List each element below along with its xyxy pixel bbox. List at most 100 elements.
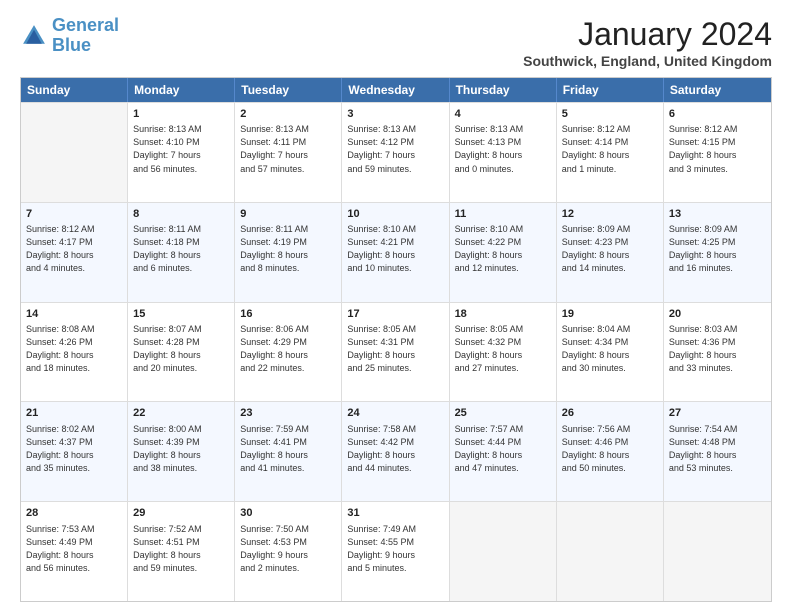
day-number: 3: [347, 107, 443, 122]
day-cell-26: 26 Sunrise: 7:56 AMSunset: 4:46 PMDayligh…: [557, 402, 664, 501]
day-number: 9: [240, 207, 336, 222]
cell-info: Sunrise: 8:11 AMSunset: 4:18 PMDaylight:…: [133, 223, 229, 275]
cell-info: Sunrise: 8:09 AMSunset: 4:25 PMDaylight:…: [669, 223, 766, 275]
day-number: 1: [133, 107, 229, 122]
cell-info: Sunrise: 8:00 AMSunset: 4:39 PMDaylight:…: [133, 423, 229, 475]
day-cell-5: 5Sunrise: 8:12 AMSunset: 4:14 PMDaylight…: [557, 103, 664, 202]
day-number: 20: [669, 307, 766, 322]
day-cell-1: 1Sunrise: 8:13 AMSunset: 4:10 PMDaylight…: [128, 103, 235, 202]
day-cell-6: 6Sunrise: 8:12 AMSunset: 4:15 PMDaylight…: [664, 103, 771, 202]
cell-info: Sunrise: 8:03 AMSunset: 4:36 PMDaylight:…: [669, 323, 766, 375]
calendar: SundayMondayTuesdayWednesdayThursdayFrid…: [20, 77, 772, 602]
calendar-row-0: 1Sunrise: 8:13 AMSunset: 4:10 PMDaylight…: [21, 102, 771, 202]
cell-info: Sunrise: 8:13 AMSunset: 4:10 PMDaylight:…: [133, 123, 229, 175]
empty-cell: [557, 502, 664, 601]
calendar-body: 1Sunrise: 8:13 AMSunset: 4:10 PMDaylight…: [21, 102, 771, 601]
cell-info: Sunrise: 7:56 AMSunset: 4:46 PMDaylight:…: [562, 423, 658, 475]
weekday-header-saturday: Saturday: [664, 78, 771, 102]
day-number: 22: [133, 406, 229, 421]
day-cell-12: 12Sunrise: 8:09 AMSunset: 4:23 PMDayligh…: [557, 203, 664, 302]
logo-text: General Blue: [52, 16, 119, 56]
calendar-header: SundayMondayTuesdayWednesdayThursdayFrid…: [21, 78, 771, 102]
cell-info: Sunrise: 8:12 AMSunset: 4:15 PMDaylight:…: [669, 123, 766, 175]
day-number: 30: [240, 506, 336, 521]
day-cell-10: 10Sunrise: 8:10 AMSunset: 4:21 PMDayligh…: [342, 203, 449, 302]
cell-info: Sunrise: 8:05 AMSunset: 4:32 PMDaylight:…: [455, 323, 551, 375]
location: Southwick, England, United Kingdom: [523, 53, 772, 69]
cell-info: Sunrise: 8:02 AMSunset: 4:37 PMDaylight:…: [26, 423, 122, 475]
cell-info: Sunrise: 7:58 AMSunset: 4:42 PMDaylight:…: [347, 423, 443, 475]
day-cell-24: 24 Sunrise: 7:58 AMSunset: 4:42 PMDayligh…: [342, 402, 449, 501]
title-block: January 2024 Southwick, England, United …: [523, 16, 772, 69]
logo: General Blue: [20, 16, 119, 56]
header: General Blue January 2024 Southwick, Eng…: [20, 16, 772, 69]
cell-info: Sunrise: 8:12 AMSunset: 4:14 PMDaylight:…: [562, 123, 658, 175]
cell-info: Sunrise: 7:57 AMSunset: 4:44 PMDaylight:…: [455, 423, 551, 475]
day-number: 27: [669, 406, 766, 421]
weekday-header-wednesday: Wednesday: [342, 78, 449, 102]
day-cell-18: 18Sunrise: 8:05 AMSunset: 4:32 PMDayligh…: [450, 303, 557, 402]
day-number: 7: [26, 207, 122, 222]
cell-info: Sunrise: 8:04 AMSunset: 4:34 PMDaylight:…: [562, 323, 658, 375]
day-cell-23: 23 Sunrise: 7:59 AMSunset: 4:41 PMDayligh…: [235, 402, 342, 501]
day-number: 24: [347, 406, 443, 421]
cell-info: Sunrise: 8:09 AMSunset: 4:23 PMDaylight:…: [562, 223, 658, 275]
day-number: 10: [347, 207, 443, 222]
weekday-header-sunday: Sunday: [21, 78, 128, 102]
day-cell-2: 2Sunrise: 8:13 AMSunset: 4:11 PMDaylight…: [235, 103, 342, 202]
day-cell-8: 8Sunrise: 8:11 AMSunset: 4:18 PMDaylight…: [128, 203, 235, 302]
day-cell-4: 4Sunrise: 8:13 AMSunset: 4:13 PMDaylight…: [450, 103, 557, 202]
calendar-row-4: 28Sunrise: 7:53 AMSunset: 4:49 PMDayligh…: [21, 501, 771, 601]
day-number: 5: [562, 107, 658, 122]
day-cell-16: 16Sunrise: 8:06 AMSunset: 4:29 PMDayligh…: [235, 303, 342, 402]
day-cell-29: 29Sunrise: 7:52 AMSunset: 4:51 PMDayligh…: [128, 502, 235, 601]
calendar-row-3: 21Sunrise: 8:02 AMSunset: 4:37 PMDayligh…: [21, 401, 771, 501]
cell-info: Sunrise: 8:05 AMSunset: 4:31 PMDaylight:…: [347, 323, 443, 375]
day-cell-31: 31Sunrise: 7:49 AMSunset: 4:55 PMDayligh…: [342, 502, 449, 601]
cell-info: Sunrise: 8:13 AMSunset: 4:12 PMDaylight:…: [347, 123, 443, 175]
day-number: 18: [455, 307, 551, 322]
day-cell-9: 9Sunrise: 8:11 AMSunset: 4:19 PMDaylight…: [235, 203, 342, 302]
calendar-row-2: 14Sunrise: 8:08 AMSunset: 4:26 PMDayligh…: [21, 302, 771, 402]
day-number: 19: [562, 307, 658, 322]
cell-info: Sunrise: 7:49 AMSunset: 4:55 PMDaylight:…: [347, 523, 443, 575]
day-cell-28: 28Sunrise: 7:53 AMSunset: 4:49 PMDayligh…: [21, 502, 128, 601]
day-number: 13: [669, 207, 766, 222]
weekday-header-monday: Monday: [128, 78, 235, 102]
day-number: 15: [133, 307, 229, 322]
empty-cell: [21, 103, 128, 202]
day-number: 16: [240, 307, 336, 322]
cell-info: Sunrise: 8:08 AMSunset: 4:26 PMDaylight:…: [26, 323, 122, 375]
day-cell-27: 27Sunrise: 7:54 AMSunset: 4:48 PMDayligh…: [664, 402, 771, 501]
cell-info: Sunrise: 8:06 AMSunset: 4:29 PMDaylight:…: [240, 323, 336, 375]
day-number: 28: [26, 506, 122, 521]
empty-cell: [450, 502, 557, 601]
day-number: 12: [562, 207, 658, 222]
day-number: 26: [562, 406, 658, 421]
day-cell-30: 30 Sunrise: 7:50 AMSunset: 4:53 PMDayligh…: [235, 502, 342, 601]
cell-info: Sunrise: 7:50 AMSunset: 4:53 PMDaylight:…: [240, 523, 336, 575]
cell-info: Sunrise: 8:13 AMSunset: 4:11 PMDaylight:…: [240, 123, 336, 175]
day-number: 25: [455, 406, 551, 421]
day-cell-19: 19Sunrise: 8:04 AMSunset: 4:34 PMDayligh…: [557, 303, 664, 402]
weekday-header-tuesday: Tuesday: [235, 78, 342, 102]
day-number: 14: [26, 307, 122, 322]
day-cell-21: 21Sunrise: 8:02 AMSunset: 4:37 PMDayligh…: [21, 402, 128, 501]
page: General Blue January 2024 Southwick, Eng…: [0, 0, 792, 612]
day-cell-11: 11Sunrise: 8:10 AMSunset: 4:22 PMDayligh…: [450, 203, 557, 302]
day-cell-17: 17Sunrise: 8:05 AMSunset: 4:31 PMDayligh…: [342, 303, 449, 402]
cell-info: Sunrise: 8:07 AMSunset: 4:28 PMDaylight:…: [133, 323, 229, 375]
day-number: 4: [455, 107, 551, 122]
cell-info: Sunrise: 8:10 AMSunset: 4:22 PMDaylight:…: [455, 223, 551, 275]
day-number: 29: [133, 506, 229, 521]
day-number: 17: [347, 307, 443, 322]
day-number: 6: [669, 107, 766, 122]
day-number: 2: [240, 107, 336, 122]
day-number: 8: [133, 207, 229, 222]
day-cell-3: 3Sunrise: 8:13 AMSunset: 4:12 PMDaylight…: [342, 103, 449, 202]
month-title: January 2024: [523, 16, 772, 53]
weekday-header-thursday: Thursday: [450, 78, 557, 102]
day-number: 23: [240, 406, 336, 421]
cell-info: Sunrise: 7:59 AMSunset: 4:41 PMDaylight:…: [240, 423, 336, 475]
cell-info: Sunrise: 8:11 AMSunset: 4:19 PMDaylight:…: [240, 223, 336, 275]
